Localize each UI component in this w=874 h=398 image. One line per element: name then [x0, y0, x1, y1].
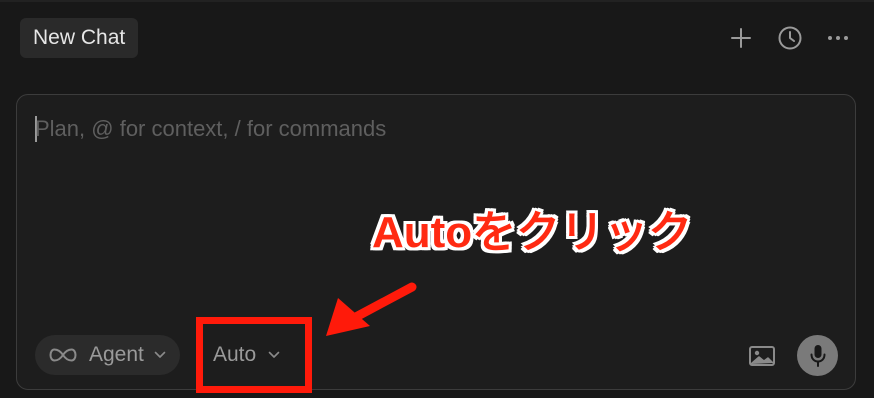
- mode-selector[interactable]: Agent: [35, 335, 180, 375]
- chat-panel: New Chat Agent: [0, 0, 874, 398]
- clock-icon[interactable]: [776, 24, 804, 52]
- infinity-icon: [49, 347, 77, 363]
- chevron-down-icon: [154, 351, 166, 359]
- microphone-icon[interactable]: [797, 335, 838, 376]
- plus-icon[interactable]: [727, 24, 755, 52]
- chat-input[interactable]: [35, 111, 815, 147]
- ellipsis-icon[interactable]: [824, 24, 852, 52]
- mode-label: Agent: [89, 343, 144, 366]
- top-divider: [0, 0, 874, 2]
- highlight-box: [196, 317, 312, 393]
- image-icon[interactable]: [747, 341, 777, 371]
- annotation-callout: Autoをクリック: [372, 208, 693, 257]
- tab-new-chat[interactable]: New Chat: [20, 18, 139, 58]
